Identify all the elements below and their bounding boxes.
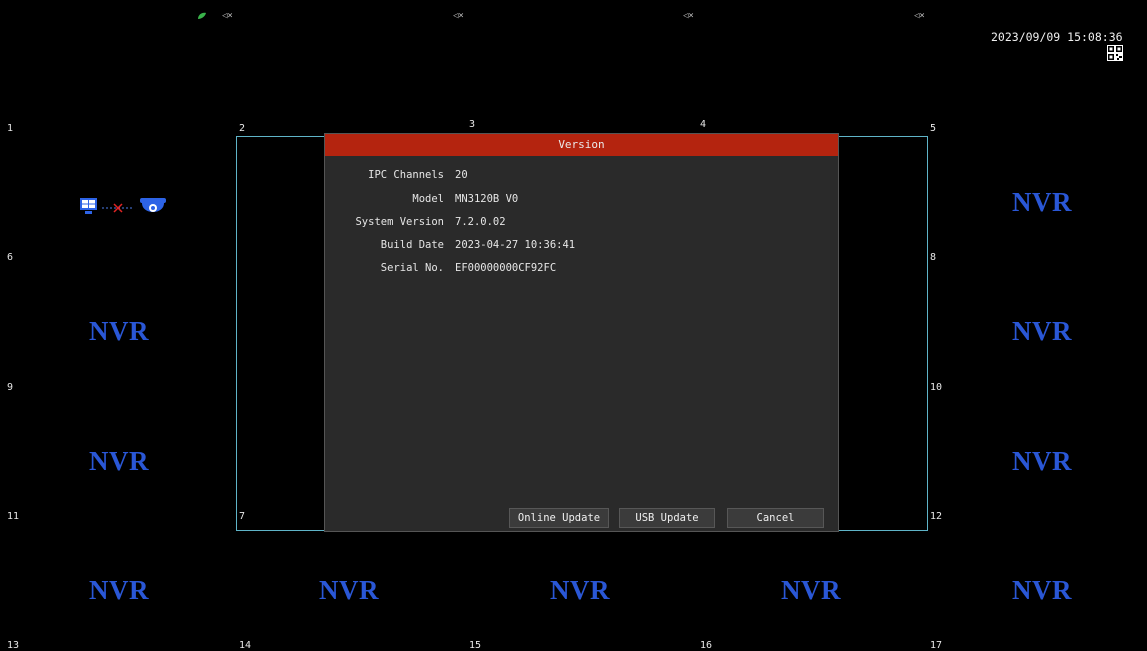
channel-number: 14 (239, 640, 252, 651)
channel-number: 5 (930, 123, 937, 134)
cancel-button[interactable]: Cancel (727, 508, 824, 528)
monitor-icon (80, 198, 97, 214)
channel-number: 8 (930, 252, 937, 263)
field-value: EF00000000CF92FC (455, 262, 557, 274)
channel-number: 13 (7, 640, 20, 651)
nvr-placeholder: NVR (1012, 446, 1072, 476)
nvr-placeholder: NVR (1012, 316, 1072, 346)
speaker-muted-icon: ◁× (453, 11, 464, 21)
channel-number: 2 (239, 123, 246, 134)
field-label: IPC Channels (368, 169, 444, 181)
nvr-placeholder: NVR (89, 446, 149, 476)
field-value: MN3120B V0 (455, 193, 519, 205)
field-value: 2023-04-27 10:36:41 (455, 239, 576, 251)
nvr-placeholder: NVR (319, 575, 379, 605)
leaf-icon (198, 12, 206, 19)
field-label: Model (412, 193, 444, 205)
nvr-placeholder: NVR (89, 316, 149, 346)
nvr-placeholder: NVR (1012, 187, 1072, 217)
usb-update-button[interactable]: USB Update (619, 508, 715, 528)
nvr-placeholder: NVR (550, 575, 610, 605)
no-connection-status-icon (80, 198, 166, 214)
field-value: 20 (455, 169, 468, 181)
channel-number: 9 (7, 382, 14, 393)
nvr-placeholder: NVR (781, 575, 841, 605)
field-label: Serial No. (380, 262, 444, 274)
nvr-live-view: ◁× ◁× ◁× ◁× 2023/09/09 15:08:36 1 2 3 4 … (0, 6, 1147, 651)
channel-number: 4 (700, 119, 707, 130)
dome-camera-icon (140, 198, 166, 212)
channel-number: 16 (700, 640, 713, 651)
field-label: Build Date (380, 239, 444, 251)
datetime-display: 2023/09/09 15:08:36 (991, 30, 1123, 44)
dialog-title: Version (325, 134, 838, 156)
channel-number: 3 (469, 119, 476, 130)
nvr-placeholder: NVR (1012, 575, 1072, 605)
speaker-muted-icon: ◁× (683, 11, 694, 21)
version-dialog: Version IPC Channels 20 Model MN3120B V0… (324, 133, 839, 532)
channel-number: 7 (239, 511, 246, 522)
channel-number: 15 (469, 640, 482, 651)
channel-number: 17 (930, 640, 943, 651)
channel-number: 12 (930, 511, 943, 522)
channel-number: 10 (930, 382, 943, 393)
channel-number: 6 (7, 252, 14, 263)
qr-code-icon[interactable] (1107, 45, 1123, 61)
field-value: 7.2.0.02 (455, 216, 506, 228)
speaker-muted-icon: ◁× (914, 11, 925, 21)
channel-number: 1 (7, 123, 14, 134)
speaker-muted-icon: ◁× (222, 11, 233, 21)
online-update-button[interactable]: Online Update (509, 508, 609, 528)
channel-number: 11 (7, 511, 20, 522)
field-label: System Version (355, 216, 444, 228)
nvr-placeholder: NVR (89, 575, 149, 605)
